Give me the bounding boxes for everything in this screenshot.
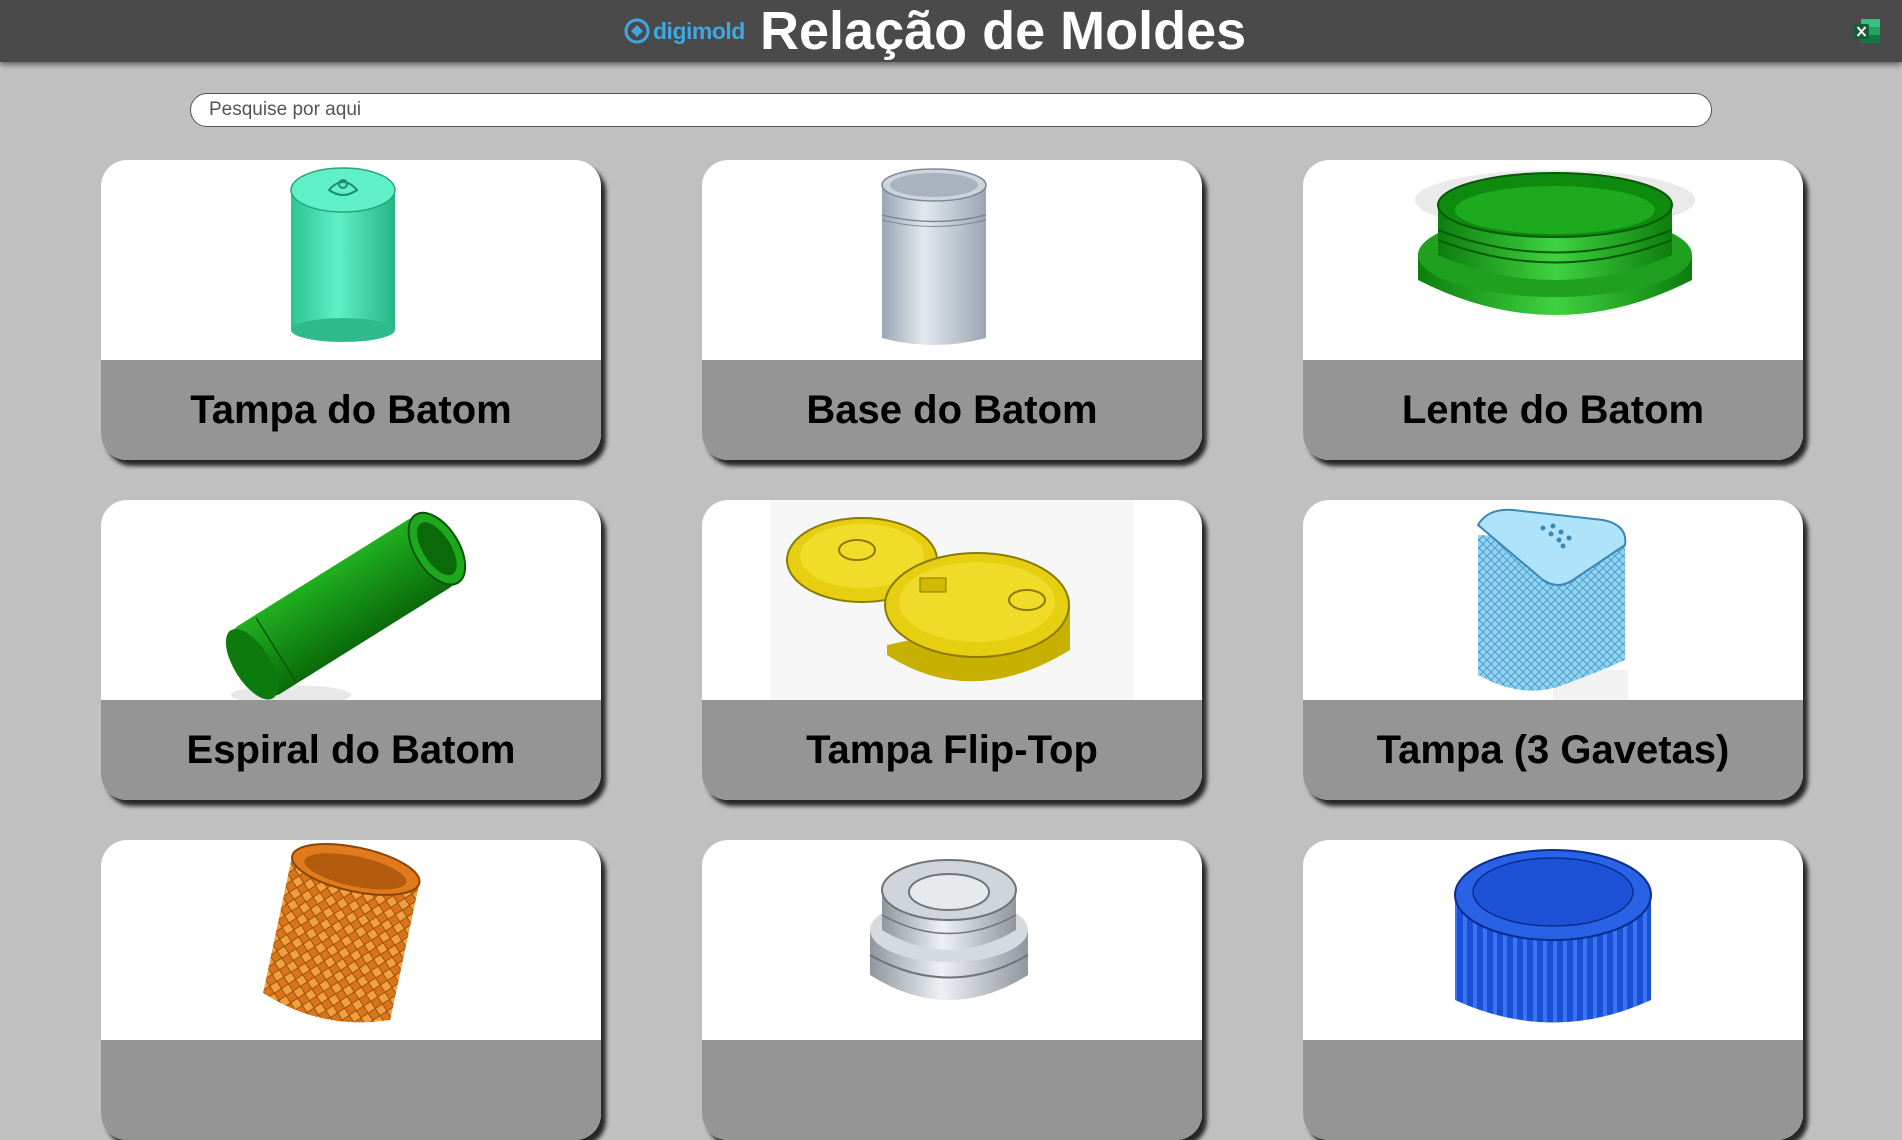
top-bar: digimold Relação de Moldes [0,0,1902,62]
card-label: Lente do Batom [1303,360,1803,460]
card-label: Base do Batom [702,360,1202,460]
digimold-logo: digimold [624,16,745,46]
card-label: Espiral do Batom [101,700,601,800]
card-label [1303,1040,1803,1140]
mold-image [1303,840,1803,1040]
mold-card-tampa-do-batom[interactable]: Tampa do Batom [101,160,601,460]
mold-card-orange-cap[interactable] [101,840,601,1140]
mold-card-silver-cap[interactable] [702,840,1202,1140]
card-label: Tampa do Batom [101,360,601,460]
card-label: Tampa Flip-Top [702,700,1202,800]
logo-icon [624,18,650,44]
card-label [702,1040,1202,1140]
mold-image [702,840,1202,1040]
mold-image [702,500,1202,700]
search-input[interactable] [190,93,1712,127]
mold-image [101,840,601,1040]
mold-image [1303,160,1803,360]
page-title: Relação de Moldes [760,1,1247,61]
mold-image [1303,500,1803,700]
excel-icon[interactable] [1852,16,1882,46]
mold-card-base-do-batom[interactable]: Base do Batom [702,160,1202,460]
mold-card-blue-cap[interactable] [1303,840,1803,1140]
mold-card-espiral-do-batom[interactable]: Espiral do Batom [101,500,601,800]
card-label: Tampa (3 Gavetas) [1303,700,1803,800]
mold-card-lente-do-batom[interactable]: Lente do Batom [1303,160,1803,460]
mold-card-tampa-flip-top[interactable]: Tampa Flip-Top [702,500,1202,800]
logo-text: digimold [653,17,745,44]
mold-card-tampa-3-gavetas[interactable]: Tampa (3 Gavetas) [1303,500,1803,800]
mold-image [101,500,601,700]
card-label [101,1040,601,1140]
mold-image [101,160,601,360]
mold-image [702,160,1202,360]
